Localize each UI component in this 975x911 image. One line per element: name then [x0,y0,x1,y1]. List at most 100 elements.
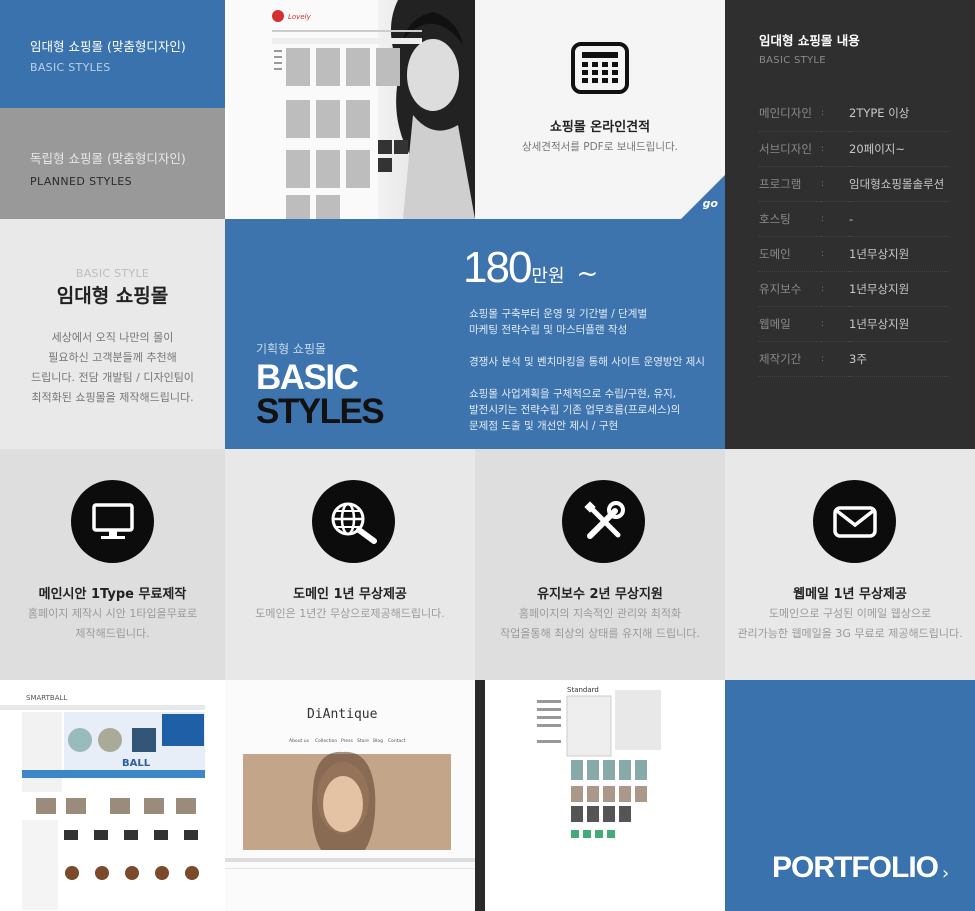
standard-logo-text: Standard [567,686,599,694]
intro-line: 드립니다. 전담 개발팀 / 디자인팀이 [31,371,194,384]
spec-sep: : [821,306,849,342]
smartball-screenshot-image: SMARTBALL BALL [0,680,225,911]
portfolio-item-standard[interactable]: Standard [475,680,725,911]
service-line: 도메인은 1년간 무상으로제공해드립니다. [255,607,445,620]
service-line: 제작해드립니다. [75,627,150,640]
nav-text: Collection [315,738,337,744]
spec-key: 도메인 [759,236,821,272]
smartball-logo-text: SMARTBALL [26,694,67,702]
service-title: 웹메일 1년 무상제공 [793,587,907,602]
spec-value: 1년무상지원 [849,271,949,307]
service-description: 도메인으로 구성된 이메일 웹상으로 관리가능한 웹메일을 3G 무료로 제공해… [725,604,975,644]
portfolio-item-smartball[interactable]: SMARTBALL BALL [0,680,225,911]
spec-sep: : [821,271,849,307]
basic-styles-panel: 기획형 쇼핑몰 BASIC STYLES 180만원 ~ 쇼핑몰 구축부터 운영 … [225,219,725,449]
service-description: 홈페이지 제작시 시안 1타입을무료로 제작해드립니다. [0,604,225,644]
spec-value: 20페이지~ [849,131,949,167]
spec-value: 3주 [849,341,949,377]
spec-value: 임대형쇼핑몰솔루션 [849,166,949,202]
price: 180만원 ~ [463,243,598,293]
nav-text: Blog [373,738,383,744]
service-line: 도메인으로 구성된 이메일 웹상으로 [768,607,932,620]
spec-key: 유지보수 [759,271,821,307]
spec-title: 임대형 쇼핑몰 내용 [759,33,860,48]
tab-subtitle: BASIC STYLES [30,61,111,74]
mail-icon [813,480,896,563]
globe-search-icon [312,480,395,563]
price-unit: 만원 [531,266,565,287]
spec-row: 호스팅: - [759,201,949,237]
desc-line: 문제점 도출 및 개선안 제시 / 구현 [469,420,619,432]
desc-line: 발전시키는 전략수립 기존 업무흐름(프로세스)의 [469,404,681,416]
spec-sep: : [821,236,849,272]
desc-paragraph: 쇼핑몰 구축부터 운영 및 기간별 / 단계별 마케팅 전략수립 및 마스터플랜… [469,306,719,338]
desc-line: 마케팅 전략수립 및 마스터플랜 작성 [469,324,628,336]
desc-paragraph: 쇼핑몰 사업계획을 구체적으로 수립/구현, 유지, 발전시키는 전략수립 기존… [469,386,719,434]
spec-key: 프로그램 [759,166,821,202]
portfolio-label: PORTFOLIO [772,851,939,884]
spec-table: 메인디자인:2TYPE 이상 서브디자인:20페이지~ 프로그램: 임대형쇼핑몰솔… [759,96,949,377]
online-estimate-panel[interactable]: 쇼핑몰 온라인견적 상세견적서를 PDF로 보내드립니다. go [475,0,725,219]
intro-line: 세상에서 오직 나만의 몰이 [51,331,174,344]
service-line: 관리가능한 웹메일을 3G 무료로 제공해드립니다. [737,627,963,640]
nav-text: Contact [388,738,406,744]
spec-row: 도메인:1년무상지원 [759,236,949,272]
desc-line: 쇼핑몰 사업계획을 구체적으로 수립/구현, 유지, [469,388,677,400]
service-line: 홈페이지 제작시 시안 1타입을무료로 [27,607,198,620]
nav-text: About us [289,738,310,744]
intro-title: 임대형 쇼핑몰 [56,285,169,307]
tab-title: 독립형 쇼핑몰 (맞춤형디자인) [30,151,186,166]
service-line: 홈페이지의 지속적인 관리와 최적화 [518,607,682,620]
diantique-logo-text: DiAntique [307,707,378,722]
desc-line: 경쟁사 분석 및 벤치마킹을 통해 사이트 운영방안 제시 [469,356,705,368]
chevron-right-icon: › [942,863,950,884]
spec-value: - [849,201,949,237]
spec-key: 웹메일 [759,306,821,342]
spec-row: 메인디자인:2TYPE 이상 [759,96,949,132]
service-main-design: 메인시안 1Type 무료제작 홈페이지 제작시 시안 1타입을무료로 제작해드… [0,449,250,680]
spec-sep: : [821,341,849,377]
price-number: 180 [463,243,532,292]
spec-panel: 임대형 쇼핑몰 내용 BASIC STYLE 메인디자인:2TYPE 이상 서브… [725,0,975,449]
estimate-title: 쇼핑몰 온라인견적 [549,120,651,135]
nav-text: Store [357,738,369,744]
spec-sep: : [821,166,849,202]
nav-text: Press [341,738,353,744]
service-title: 도메인 1년 무상제공 [293,587,407,602]
spec-row: 프로그램: 임대형쇼핑몰솔루션 [759,166,949,202]
price-tilde: ~ [576,259,599,289]
banner-text: BALL [122,758,151,769]
intro-subtitle: BASIC STYLE [75,267,150,280]
spec-value: 2TYPE 이상 [849,96,949,132]
spec-sep: : [821,96,849,132]
tab-title: 임대형 쇼핑몰 (맞춤형디자인) [30,39,186,54]
tab-basic-styles[interactable]: 임대형 쇼핑몰 (맞춤형디자인) BASIC STYLES [0,0,225,108]
tab-subtitle: PLANNED STYLES [30,175,132,188]
spec-row: 서브디자인:20페이지~ [759,131,949,167]
sample-shop-screenshot: Lovely [228,0,475,219]
shop-logo-text: Lovely [288,13,312,21]
tools-icon [562,480,645,563]
desc-line: 쇼핑몰 구축부터 운영 및 기간별 / 단계별 [469,308,648,320]
spec-key: 제작기간 [759,341,821,377]
portfolio-link[interactable]: PORTFOLIO › [725,680,975,911]
styles-heading: STYLES [256,392,385,431]
service-title: 유지보수 2년 무상지원 [537,587,663,602]
service-line: 작업을통해 최상의 상태를 유지해 드립니다. [500,627,700,640]
service-title: 메인시안 1Type 무료제작 [38,587,187,602]
spec-row: 제작기간:3주 [759,341,949,377]
portfolio-item-diantique[interactable]: DiAntique About us Collection Press Stor… [225,680,475,911]
basic-description: 쇼핑몰 구축부터 운영 및 기간별 / 단계별 마케팅 전략수립 및 마스터플랜… [469,306,719,450]
spec-key: 호스팅 [759,201,821,237]
intro-line: 필요하신 고객분들께 추천해 [48,351,177,364]
intro-description: 세상에서 오직 나만의 몰이 필요하신 고객분들께 추천해 드립니다. 전담 개… [0,328,225,408]
spec-value: 1년무상지원 [849,236,949,272]
fashion-shop-preview-image: Lovely [228,0,475,219]
monitor-icon [71,480,154,563]
spec-subtitle: BASIC STYLE [759,55,826,66]
spec-row: 유지보수:1년무상지원 [759,271,949,307]
basic-small-label: 기획형 쇼핑몰 [256,342,327,356]
go-button-label[interactable]: go [703,197,718,210]
service-description: 도메인은 1년간 무상으로제공해드립니다. [225,604,475,624]
tab-planned-styles[interactable]: 독립형 쇼핑몰 (맞춤형디자인) PLANNED STYLES [0,108,225,219]
